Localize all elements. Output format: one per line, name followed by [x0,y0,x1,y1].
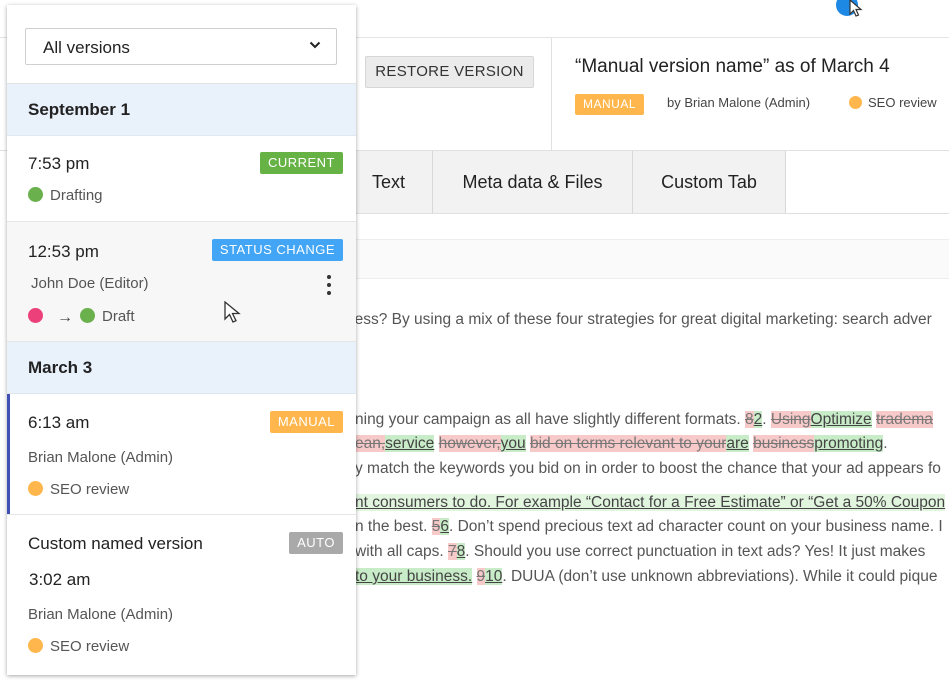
version-status-label: SEO review [868,95,937,110]
date-group-header: March 3 [7,342,356,394]
editor-toolbar [345,239,949,279]
arrow-right-icon: → [57,309,73,326]
tab-custom[interactable]: Custom Tab [633,151,786,213]
version-time: 12:53 pm [28,242,99,261]
version-status: Drafting [28,187,103,204]
version-time: 3:02 am [29,570,91,589]
versions-filter-value: All versions [43,38,130,57]
chevron-down-icon [309,41,321,49]
version-status: SEO review [849,95,937,110]
version-type-badge: MANUAL [575,94,645,115]
version-item[interactable]: 12:53 pm STATUS CHANGE John Doe (Editor)… [7,222,356,342]
filter-area: All versions [7,5,356,84]
status-dot-icon [28,187,43,202]
from-status-dot-icon [28,308,43,323]
status-change-badge: STATUS CHANGE [211,239,343,261]
content-tabs: Text Meta data & Files Custom Tab [345,151,786,213]
status-dot-icon [849,96,862,109]
tabs-underline [345,213,949,214]
more-options-icon[interactable] [326,275,332,297]
to-status-dot-icon [80,308,95,323]
version-status: SEO review [28,481,129,498]
versions-filter-select[interactable]: All versions [25,28,337,65]
mouse-pointer-icon [224,301,241,323]
version-name: Custom named version [28,534,203,553]
version-time: 7:53 pm [28,154,90,173]
version-item-selected[interactable]: 6:13 am MANUAL Brian Malone (Admin) SEO … [7,394,356,515]
version-time: 6:13 am [28,413,90,432]
status-dot-icon [28,638,43,653]
selected-indicator [7,394,10,514]
version-item[interactable]: 7:53 pm CURRENT Drafting [7,136,356,222]
header-divider [551,38,552,151]
status-transition: → Draft [28,308,135,327]
version-author: by Brian Malone (Admin) [667,95,811,110]
auto-badge: AUTO [289,532,343,554]
version-author: John Doe (Editor) [31,275,149,292]
current-badge: CURRENT [259,152,343,174]
manual-badge: MANUAL [269,411,343,433]
version-item[interactable]: Custom named version AUTO 3:02 am Brian … [7,515,356,675]
versions-panel: All versions September 1 7:53 pm CURRENT… [7,5,356,675]
date-group-header: September 1 [7,84,356,136]
tab-text[interactable]: Text [345,151,433,213]
mouse-pointer-icon [849,0,863,17]
tab-meta-data-files[interactable]: Meta data & Files [433,151,633,213]
version-status: SEO review [28,638,129,655]
version-title: “Manual version name” as of March 4 [575,56,890,77]
status-dot-icon [28,481,43,496]
version-author: Brian Malone (Admin) [28,449,174,466]
restore-version-button[interactable]: RESTORE VERSION [365,56,534,88]
version-author: Brian Malone (Admin) [28,606,174,623]
